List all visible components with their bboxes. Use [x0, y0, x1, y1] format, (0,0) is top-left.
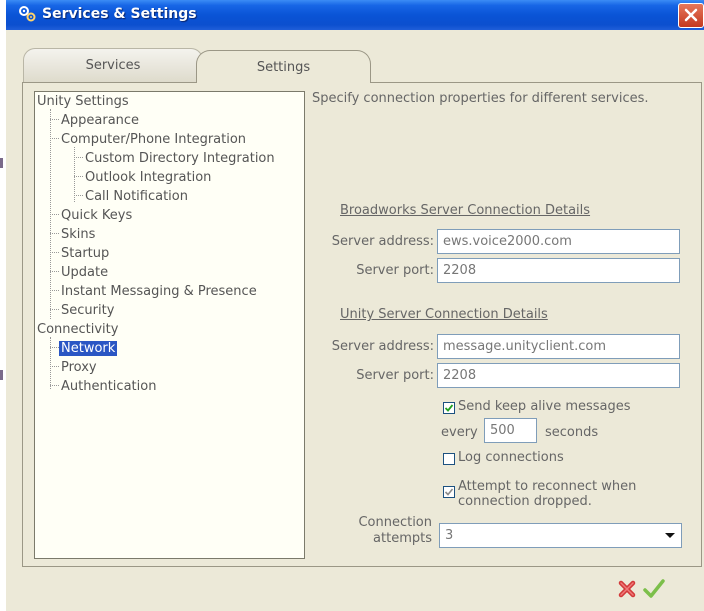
tree-item-label: Startup — [61, 246, 110, 261]
tree-item-label: Proxy — [61, 360, 97, 375]
tree-item-label: Skins — [61, 227, 96, 242]
tree-line — [50, 366, 59, 367]
tab-settings[interactable]: Settings — [196, 50, 371, 83]
tree-line — [50, 119, 59, 120]
panel-description: Specify connection properties for differ… — [312, 91, 649, 106]
tree-line — [50, 214, 59, 215]
reconnect-label: Attempt to reconnect when connection dro… — [458, 479, 636, 509]
tab-services[interactable]: Services — [23, 48, 203, 82]
ok-checkmark-icon[interactable] — [642, 577, 666, 601]
keepalive-every-label: every — [441, 425, 478, 440]
reconnect-checkbox[interactable] — [443, 486, 455, 498]
attempts-select[interactable]: 3 — [439, 523, 682, 548]
settings-tree[interactable]: Unity Settings Appearance Computer/Phone… — [34, 91, 305, 559]
tree-item-outlook-integration[interactable]: Outlook Integration — [85, 168, 211, 187]
tree-item-skins[interactable]: Skins — [61, 225, 95, 244]
unity-port-label: Server port: — [356, 368, 434, 383]
tree-item-quick-keys[interactable]: Quick Keys — [61, 206, 132, 225]
tree-line — [74, 157, 83, 158]
broadworks-address-label: Server address: — [331, 234, 434, 249]
attempts-value: 3 — [445, 528, 454, 543]
log-connections-label: Log connections — [458, 450, 564, 465]
tree-item-unity-settings[interactable]: Unity Settings — [37, 92, 129, 111]
close-icon — [684, 8, 698, 22]
tree-line — [74, 195, 83, 196]
tree-line — [50, 138, 59, 139]
tab-label: Settings — [256, 60, 311, 75]
keepalive-label: Send keep alive messages — [458, 399, 631, 414]
tree-item-label: Instant Messaging & Presence — [61, 284, 257, 299]
checkmark-icon — [444, 404, 454, 412]
tree-line — [50, 290, 59, 291]
tree-item-label: Quick Keys — [61, 208, 133, 223]
tree-item-label: Appearance — [61, 113, 140, 128]
tab-label: Services — [85, 58, 141, 73]
tree-item-startup[interactable]: Startup — [61, 244, 109, 263]
reconnect-label-line1: Attempt to reconnect when — [458, 479, 637, 494]
tree-line — [50, 347, 59, 348]
unity-heading: Unity Server Connection Details — [340, 307, 548, 322]
tree-item-label: Unity Settings — [37, 94, 129, 109]
tree-item-label: Network — [59, 341, 118, 356]
close-button[interactable] — [678, 3, 704, 28]
tree-item-label: Custom Directory Integration — [85, 151, 275, 166]
tree-line — [74, 176, 83, 177]
tree-item-authentication[interactable]: Authentication — [61, 377, 156, 396]
checkmark-icon — [444, 488, 454, 496]
reconnect-label-line2: connection dropped. — [458, 494, 592, 509]
tree-item-label: Security — [61, 303, 115, 318]
tree-item-call-notification[interactable]: Call Notification — [85, 187, 188, 206]
log-connections-checkbox[interactable] — [443, 453, 455, 465]
keepalive-seconds-label: seconds — [545, 425, 599, 440]
broadworks-port-label: Server port: — [356, 263, 434, 278]
gears-icon — [19, 6, 36, 22]
tree-item-label: Outlook Integration — [85, 170, 212, 185]
broadworks-heading: Broadworks Server Connection Details — [340, 203, 591, 218]
cancel-icon[interactable] — [617, 579, 637, 599]
tree-item-proxy[interactable]: Proxy — [61, 358, 97, 377]
tree-item-label: Connectivity — [37, 322, 119, 337]
tree-item-label: Authentication — [61, 379, 157, 394]
tree-item-label: Computer/Phone Integration — [61, 132, 247, 147]
tree-item-custom-directory-integration[interactable]: Custom Directory Integration — [85, 149, 275, 168]
tree-line — [50, 385, 59, 386]
attempts-label-line2: attempts — [373, 531, 432, 546]
tree-item-security[interactable]: Security — [61, 301, 114, 320]
tree-item-update[interactable]: Update — [61, 263, 108, 282]
tree-line — [74, 147, 75, 202]
tree-line — [50, 337, 51, 389]
tree-item-appearance[interactable]: Appearance — [61, 111, 139, 130]
tree-item-connectivity[interactable]: Connectivity — [37, 320, 118, 339]
attempts-label-line1: Connection — [358, 515, 432, 530]
broadworks-port-input[interactable]: 2208 — [437, 258, 680, 283]
tree-line — [50, 309, 59, 310]
background-mark — [0, 370, 3, 380]
unity-address-label: Server address: — [331, 339, 434, 354]
unity-address-input[interactable]: message.unityclient.com — [437, 334, 680, 359]
settings-window: Services & Settings Services Settings Un… — [6, 0, 704, 611]
tree-item-instant-messaging-presence[interactable]: Instant Messaging & Presence — [61, 282, 257, 301]
tree-item-network[interactable]: Network — [59, 339, 118, 358]
background-mark — [0, 158, 3, 168]
tree-item-label: Call Notification — [85, 189, 188, 204]
broadworks-address-input[interactable]: ews.voice2000.com — [437, 229, 680, 254]
tree-line — [50, 252, 59, 253]
chevron-down-icon[interactable] — [661, 526, 679, 545]
tree-line — [50, 233, 59, 234]
keepalive-checkbox[interactable] — [443, 402, 455, 414]
tree-item-computer-phone-integration[interactable]: Computer/Phone Integration — [61, 130, 246, 149]
tree-item-label: Update — [61, 265, 109, 280]
window-title: Services & Settings — [42, 6, 197, 22]
title-bar[interactable]: Services & Settings — [6, 0, 704, 30]
unity-port-input[interactable]: 2208 — [437, 363, 680, 388]
tree-line — [50, 271, 59, 272]
attempts-label: Connection attempts — [336, 515, 432, 547]
keepalive-interval-input[interactable]: 500 — [484, 418, 537, 443]
